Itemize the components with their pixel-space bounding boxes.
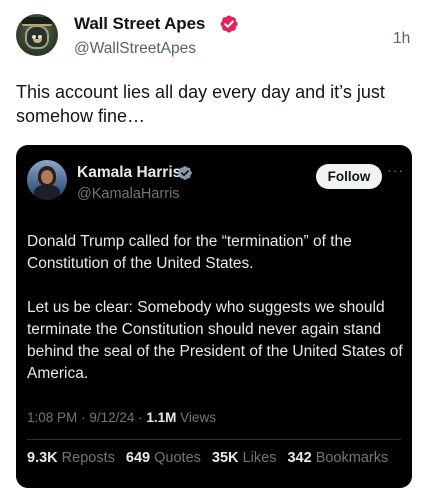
portrait-body-icon [34,185,60,200]
divider [27,439,401,440]
meta-separator: · [138,410,143,425]
likes-label: Likes [242,450,277,466]
bookmarks-count: 342 [287,450,312,466]
post-text: This account lies all day every day and … [16,82,385,126]
author-avatar[interactable] [16,14,58,56]
meta-separator: · [81,410,86,425]
reposts-count: 9.3K [27,450,58,466]
quoted-post-date[interactable]: 9/12/24 [89,410,134,425]
quotes-label: Quotes [154,450,201,466]
more-options-icon[interactable]: ··· [387,163,405,177]
quoted-author-handle[interactable]: @KamalaHarris [77,186,180,202]
bookmarks-label: Bookmarks [315,450,389,466]
author-handle[interactable]: @WallStreetApes [74,40,196,58]
likes-stat[interactable]: 35K Likes [212,450,277,466]
quoted-post-card[interactable]: Kamala Harris @KamalaHarris Follow ··· D… [16,145,412,488]
author-name[interactable]: Wall Street Apes [74,14,205,34]
quoted-post-paragraph: Donald Trump called for the “termination… [27,233,352,272]
quoted-author-avatar[interactable] [27,160,67,200]
ape-mouth-icon [33,39,42,43]
quotes-count: 649 [125,450,151,466]
quoted-verified-badge-icon [178,166,192,180]
quoted-post-meta: 1:08 PM · 9/12/24 · 1.1M Views [27,410,216,425]
views-count: 1.1M [146,410,177,425]
bookmarks-stat[interactable]: 342 Bookmarks [287,450,388,466]
ape-face-icon [25,25,49,49]
reposts-stat[interactable]: 9.3K Reposts [27,450,115,466]
post: Wall Street Apes @WallStreetApes 1h This… [0,0,429,500]
reposts-label: Reposts [61,450,115,466]
likes-count: 35K [211,450,239,466]
quoted-post-time[interactable]: 1:08 PM [27,410,77,425]
verified-badge-icon [220,15,238,33]
follow-button[interactable]: Follow [316,164,382,189]
post-timestamp[interactable]: 1h [393,30,410,48]
quoted-post-paragraph: Let us be clear: Somebody who suggests w… [27,299,403,382]
portrait-face-icon [41,170,53,184]
engagement-stats: 9.3K Reposts 649 Quotes 35K Likes 342 Bo… [27,450,395,466]
views-label: Views [180,410,216,425]
quoted-author-name[interactable]: Kamala Harris [77,164,181,182]
quotes-stat[interactable]: 649 Quotes [126,450,201,466]
